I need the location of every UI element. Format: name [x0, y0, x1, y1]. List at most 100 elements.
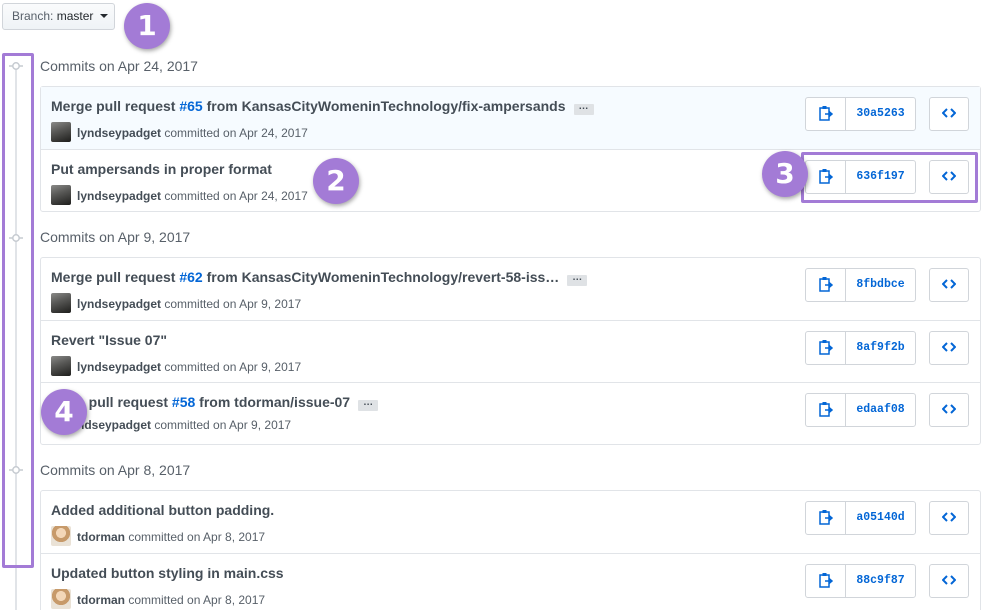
- commit-meta: lyndseypadget committed on Apr 24, 2017: [51, 185, 308, 205]
- commit-title-text: Put ampersands in proper format: [51, 161, 272, 177]
- commit-title[interactable]: Updated button styling in main.css: [51, 565, 284, 581]
- commit-row: Updated button styling in main.css tdorm…: [41, 553, 980, 610]
- commit-title[interactable]: Added additional button padding.: [51, 502, 274, 518]
- code-icon: [941, 511, 957, 526]
- commit-date: committed on Apr 24, 2017: [161, 126, 308, 140]
- browse-repo-button[interactable]: [929, 501, 969, 535]
- browse-repo-button[interactable]: [929, 331, 969, 365]
- sha-button-group: edaaf08: [805, 393, 916, 427]
- commit-title[interactable]: e pull request #58 from tdorman/issue-07…: [77, 394, 379, 411]
- commit-node-icon: [9, 233, 23, 243]
- copy-sha-button[interactable]: [806, 565, 846, 597]
- expand-message-button[interactable]: …: [358, 398, 379, 411]
- avatar[interactable]: [51, 185, 71, 205]
- copy-sha-button[interactable]: [806, 269, 846, 301]
- avatar[interactable]: [51, 293, 71, 313]
- sha-link[interactable]: 8af9f2b: [846, 332, 915, 364]
- commit-meta: tdorman committed on Apr 8, 2017: [51, 526, 265, 546]
- browse-repo-button[interactable]: [929, 393, 969, 427]
- code-icon: [941, 278, 957, 293]
- code-icon: [941, 107, 957, 122]
- avatar[interactable]: [51, 122, 71, 142]
- clipboard-icon: [818, 509, 833, 528]
- browse-repo-button[interactable]: [929, 160, 969, 194]
- sha-button-group: 8fbdbce: [805, 268, 916, 302]
- branch-label: Branch:: [12, 9, 54, 23]
- clipboard-icon: [818, 168, 833, 187]
- sha-button-group: a05140d: [805, 501, 916, 535]
- avatar[interactable]: [51, 526, 71, 546]
- clipboard-icon: [818, 276, 833, 295]
- code-icon: [941, 574, 957, 589]
- copy-sha-button[interactable]: [806, 161, 846, 193]
- avatar[interactable]: [51, 589, 71, 609]
- author-link[interactable]: lyndseypadget: [77, 297, 161, 311]
- browse-repo-button[interactable]: [929, 268, 969, 302]
- commit-row: Revert "Issue 07" lyndseypadget committe…: [41, 320, 980, 382]
- sha-link[interactable]: 8fbdbce: [846, 269, 915, 301]
- sha-button-group: 30a5263: [805, 97, 916, 131]
- author-link[interactable]: tdorman: [77, 593, 125, 607]
- commit-list: Merge pull request #62 from KansasCityWo…: [40, 257, 981, 445]
- commit-title[interactable]: Put ampersands in proper format: [51, 161, 272, 177]
- sha-button-group: 88c9f87: [805, 564, 916, 598]
- browse-repo-button[interactable]: [929, 97, 969, 131]
- commit-title-text: Merge pull request: [51, 269, 180, 285]
- commit-title-text: from KansasCityWomeninTechnology/fix-amp…: [202, 98, 566, 114]
- sha-link[interactable]: 88c9f87: [846, 565, 915, 597]
- author-link[interactable]: tdorman: [77, 530, 125, 544]
- callout-badge: 1: [124, 3, 170, 49]
- commit-title[interactable]: Merge pull request #65 from KansasCityWo…: [51, 98, 594, 115]
- pr-link[interactable]: #62: [179, 269, 202, 285]
- commit-title-text: Added additional button padding.: [51, 502, 275, 518]
- caret-down-icon: [99, 14, 108, 18]
- commit-meta: lyndseypadget committed on Apr 24, 2017: [51, 122, 308, 142]
- commit-meta: lyndseypadget committed on Apr 9, 2017: [51, 356, 301, 376]
- commit-row: e pull request #58 from tdorman/issue-07…: [41, 382, 980, 444]
- expand-message-button[interactable]: …: [567, 273, 588, 286]
- callout-badge: 3: [762, 151, 808, 197]
- commit-list: Added additional button padding. tdorman…: [40, 490, 981, 610]
- commit-meta: lyndseypadget committed on Apr 9, 2017: [51, 293, 301, 313]
- sha-link[interactable]: edaaf08: [846, 394, 915, 426]
- commit-node-icon: [9, 61, 23, 71]
- pr-link[interactable]: #65: [179, 98, 202, 114]
- commit-date: committed on Apr 9, 2017: [151, 418, 292, 432]
- commit-row: Merge pull request #62 from KansasCityWo…: [41, 258, 980, 320]
- commit-node-icon: [9, 465, 23, 475]
- author-link[interactable]: lyndseypadget: [77, 189, 161, 203]
- commit-group-title: Commits on Apr 9, 2017: [40, 229, 191, 245]
- sha-link[interactable]: 30a5263: [846, 98, 915, 130]
- branch-value: master: [56, 9, 94, 23]
- timeline-highlight-box: [2, 53, 34, 568]
- sha-button-group: 8af9f2b: [805, 331, 916, 365]
- commit-title-text: from KansasCityWomeninTechnology/revert-…: [202, 269, 560, 285]
- commit-date: committed on Apr 9, 2017: [161, 360, 302, 374]
- browse-repo-button[interactable]: [929, 564, 969, 598]
- code-icon: [941, 341, 957, 356]
- commit-date: committed on Apr 8, 2017: [125, 530, 266, 544]
- expand-message-button[interactable]: …: [573, 102, 594, 115]
- sha-button-group: 636f197: [805, 160, 916, 194]
- commit-title-text: Revert "Issue 07": [51, 332, 168, 348]
- author-link[interactable]: lyndseypadget: [77, 360, 161, 374]
- copy-sha-button[interactable]: [806, 502, 846, 534]
- callout-badge: 2: [313, 158, 359, 204]
- copy-sha-button[interactable]: [806, 394, 846, 426]
- commit-date: committed on Apr 24, 2017: [161, 189, 308, 203]
- commit-group-title: Commits on Apr 8, 2017: [40, 462, 191, 478]
- avatar[interactable]: [51, 356, 71, 376]
- pr-link[interactable]: #58: [172, 394, 195, 410]
- commit-timeline: [15, 62, 17, 610]
- commit-title[interactable]: Revert "Issue 07": [51, 332, 167, 348]
- commit-title-text: Merge pull request: [51, 98, 180, 114]
- author-link[interactable]: lyndseypadget: [77, 126, 161, 140]
- sha-link[interactable]: 636f197: [846, 161, 915, 193]
- author-link[interactable]: ndseypadget: [77, 418, 151, 432]
- sha-link[interactable]: a05140d: [846, 502, 915, 534]
- copy-sha-button[interactable]: [806, 98, 846, 130]
- commit-title-text: Updated button styling in main.css: [51, 565, 284, 581]
- commit-title[interactable]: Merge pull request #62 from KansasCityWo…: [51, 269, 588, 286]
- copy-sha-button[interactable]: [806, 332, 846, 364]
- branch-select-button[interactable]: Branch: master: [2, 3, 115, 30]
